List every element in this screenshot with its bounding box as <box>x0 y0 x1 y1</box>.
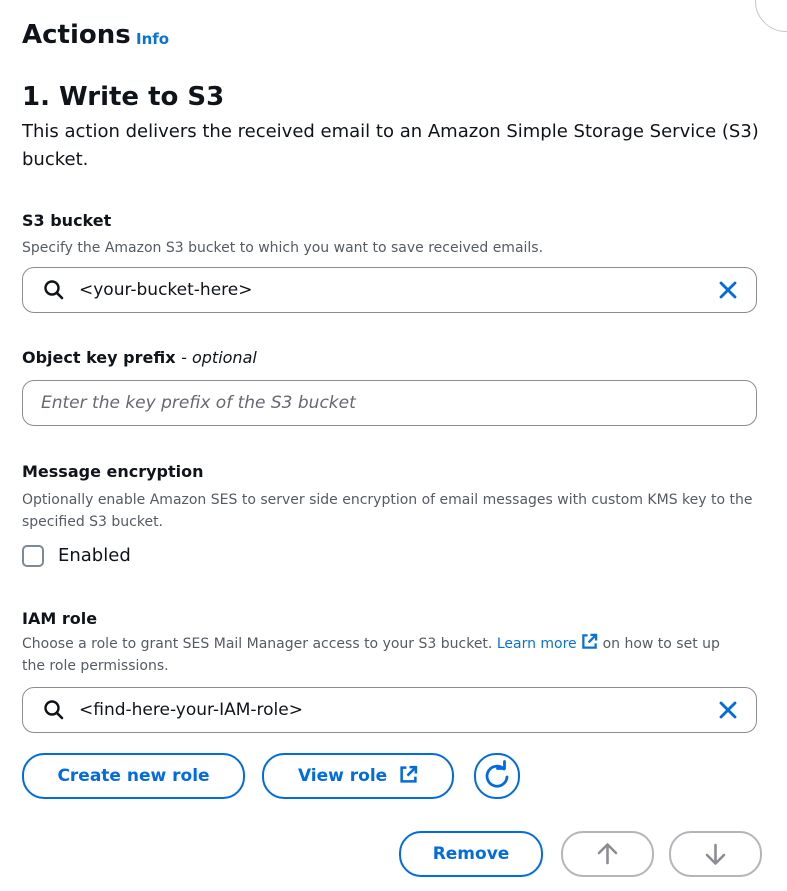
iam-role-label: IAM role <box>22 609 98 628</box>
info-link[interactable]: Info <box>136 29 169 49</box>
message-encryption-description: Optionally enable Amazon SES to server s… <box>22 492 753 530</box>
arrow-up-icon <box>597 843 618 865</box>
iam-role-value: <find-here-your-IAM-role> <box>79 700 303 720</box>
s3-bucket-description: Specify the Amazon S3 bucket to which yo… <box>22 240 544 256</box>
step-description: This action delivers the received email … <box>22 121 759 170</box>
external-link-icon <box>582 633 598 649</box>
view-role-label: View role <box>297 766 388 786</box>
section-title: Actions <box>22 20 131 50</box>
close-icon[interactable] <box>717 279 739 301</box>
learn-more-label: Learn more <box>496 636 577 652</box>
iam-role-description: Choose a role to grant SES Mail Manager … <box>22 633 742 677</box>
search-icon <box>44 280 64 300</box>
iam-role-description-text: Choose a role to grant SES Mail Manager … <box>22 636 493 652</box>
external-link-icon <box>400 765 418 783</box>
object-key-prefix-label-text: Object key prefix <box>22 348 176 367</box>
step-title: 1. Write to S3 <box>22 82 225 112</box>
enabled-checkbox[interactable] <box>22 545 44 567</box>
panel-corner <box>755 0 787 32</box>
iam-role-input[interactable]: <find-here-your-IAM-role> <box>22 687 757 733</box>
s3-bucket-value: <your-bucket-here> <box>79 280 253 300</box>
s3-bucket-input[interactable]: <your-bucket-here> <box>22 267 757 313</box>
refresh-icon <box>485 760 509 788</box>
object-key-prefix-input[interactable]: Enter the key prefix of the S3 bucket <box>22 380 757 426</box>
view-role-button[interactable]: View role <box>262 753 454 799</box>
arrow-down-icon <box>705 843 726 865</box>
message-encryption-label: Message encryption <box>22 462 204 481</box>
enabled-checkbox-label[interactable]: Enabled <box>58 544 131 568</box>
move-up-button[interactable] <box>561 831 654 877</box>
s3-bucket-label: S3 bucket <box>22 211 112 230</box>
object-key-prefix-placeholder: Enter the key prefix of the S3 bucket <box>41 393 356 413</box>
optional-tag: - optional <box>181 348 257 367</box>
object-key-prefix-label: Object key prefix - optional <box>22 347 257 369</box>
remove-button[interactable]: Remove <box>399 831 543 877</box>
close-icon[interactable] <box>717 699 739 721</box>
refresh-button[interactable] <box>474 753 520 799</box>
learn-more-link[interactable]: Learn more <box>496 633 598 652</box>
search-icon <box>44 700 64 720</box>
create-new-role-button[interactable]: Create new role <box>22 753 245 799</box>
move-down-button[interactable] <box>669 831 762 877</box>
